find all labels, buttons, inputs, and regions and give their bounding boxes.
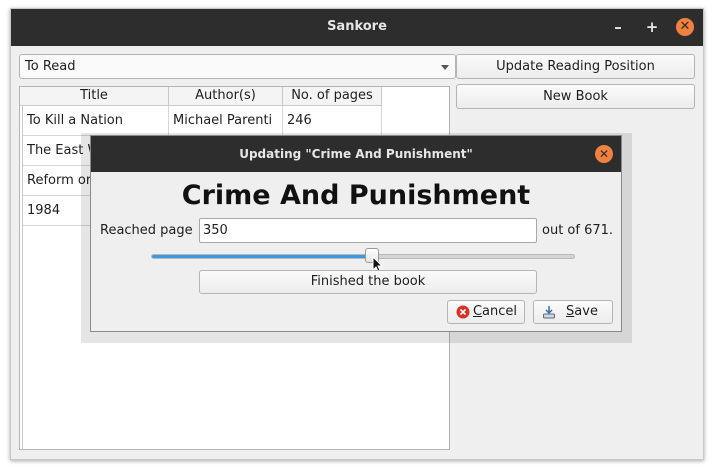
column-header-title[interactable]: Title xyxy=(20,87,169,106)
list-filter-value: To Read xyxy=(25,59,76,74)
maximize-icon[interactable]: + xyxy=(643,18,661,36)
cell-title: To Kill a Nation xyxy=(23,106,169,136)
update-reading-position-button[interactable]: Update Reading Position xyxy=(456,54,695,79)
column-header-authors[interactable]: Author(s) xyxy=(169,87,283,106)
finished-book-button[interactable]: Finished the book xyxy=(199,270,537,294)
cancel-icon xyxy=(456,305,470,319)
new-book-button[interactable]: New Book xyxy=(456,84,695,109)
book-title: Crime And Punishment xyxy=(181,180,531,211)
slider-fill xyxy=(152,255,374,258)
save-button[interactable]: Save xyxy=(533,300,613,324)
reached-page-label: Reached page xyxy=(100,223,193,238)
window-titlebar: Sankore – + ✕ xyxy=(11,9,703,46)
list-filter-select[interactable]: To Read xyxy=(19,54,456,79)
update-position-dialog: Updating "Crime And Punishment" ✕ Crime … xyxy=(90,135,622,332)
cell-author: Michael Parenti xyxy=(169,106,283,136)
dialog-titlebar: Updating "Crime And Punishment" ✕ xyxy=(91,136,621,172)
close-icon[interactable]: ✕ xyxy=(595,145,613,163)
page-slider[interactable] xyxy=(151,254,575,259)
column-header-pages[interactable]: No. of pages xyxy=(283,87,382,106)
cancel-button[interactable]: Cancel xyxy=(447,300,525,324)
minimize-icon[interactable]: – xyxy=(609,18,627,36)
chevron-down-icon xyxy=(441,65,449,70)
window-title: Sankore xyxy=(327,19,387,34)
cell-pages: 246 xyxy=(283,106,382,136)
table-row[interactable]: To Kill a Nation Michael Parenti 246 xyxy=(23,106,382,136)
total-pages-label: out of 671. xyxy=(542,223,614,238)
reached-page-input[interactable]: 350 xyxy=(199,218,537,243)
save-icon xyxy=(543,306,555,319)
table-header: Title Author(s) No. of pages xyxy=(20,87,382,106)
dialog-title: Updating "Crime And Punishment" xyxy=(239,147,473,161)
close-icon[interactable]: ✕ xyxy=(676,18,694,36)
